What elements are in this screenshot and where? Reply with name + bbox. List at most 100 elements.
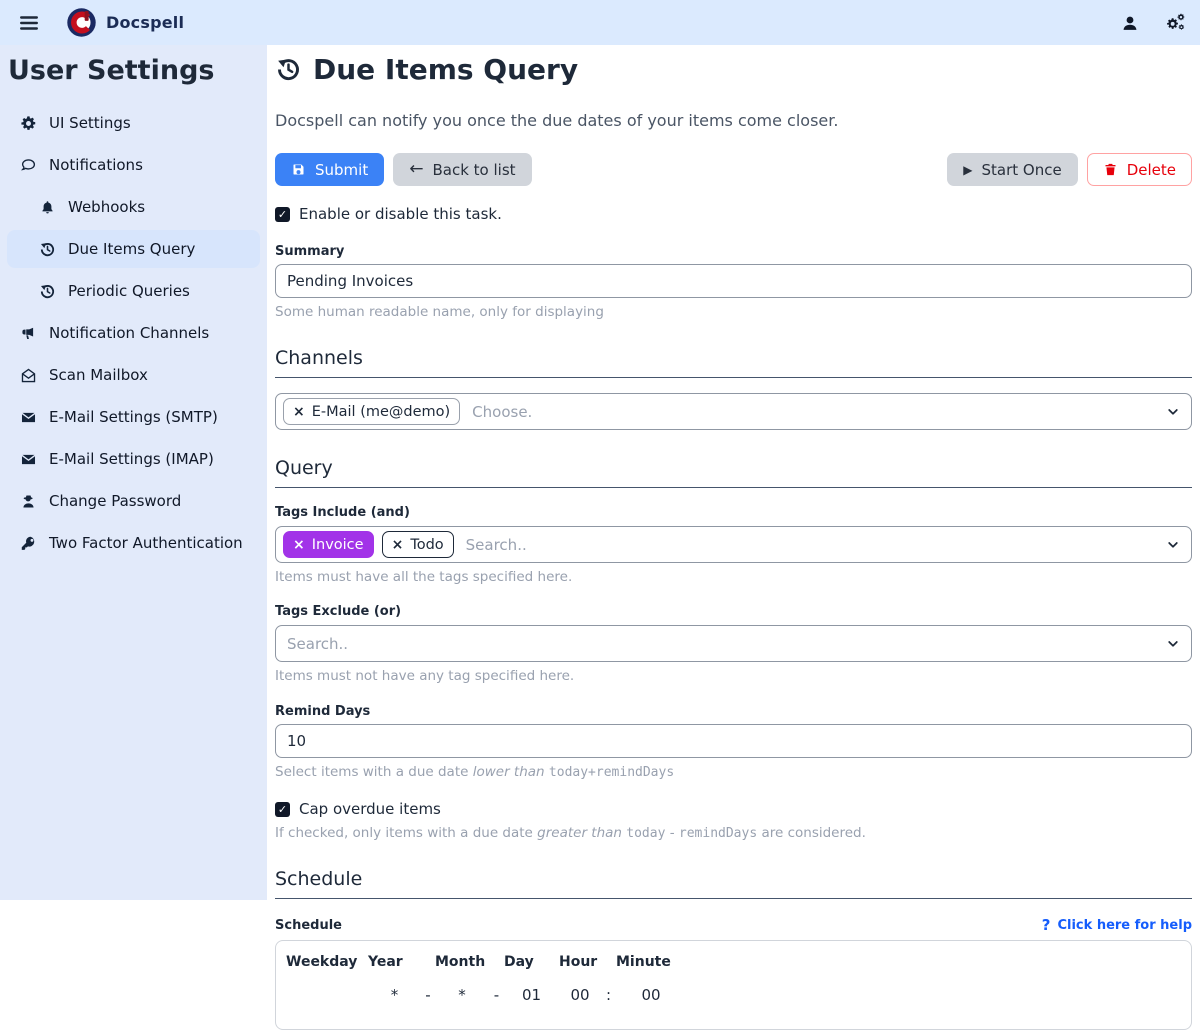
tags-exclude-help: Items must not have any tag specified he… (275, 668, 1192, 684)
remove-chip-icon[interactable]: × (392, 537, 404, 553)
settings-cogs-icon[interactable] (1166, 13, 1186, 33)
question-icon: ? (1042, 916, 1051, 934)
enable-task-checkbox[interactable] (275, 207, 290, 222)
schedule-label-row: Schedule ? Click here for help (275, 916, 1192, 934)
submit-button[interactable]: Submit (275, 153, 384, 186)
remove-chip-icon[interactable]: × (293, 537, 305, 553)
bell-icon (39, 199, 56, 216)
time-separator: : (601, 986, 616, 1004)
channels-select[interactable]: × E-Mail (me@demo) Choose. (275, 393, 1192, 430)
sidebar-item-label: E-Mail Settings (IMAP) (49, 450, 214, 468)
sidebar-item-scan-mailbox[interactable]: Scan Mailbox (7, 356, 260, 394)
cap-overdue-help: If checked, only items with a due date g… (275, 825, 1192, 841)
sidebar-item-email-imap[interactable]: E-Mail Settings (IMAP) (7, 440, 260, 478)
sidebar-item-webhooks[interactable]: Webhooks (7, 188, 260, 226)
user-menu-icon[interactable] (1120, 13, 1140, 33)
page-title-text: Due Items Query (313, 53, 578, 86)
schedule-section-header: Schedule (275, 868, 1192, 899)
start-once-label: Start Once (982, 161, 1062, 179)
sidebar-item-label: Webhooks (68, 198, 145, 216)
sidebar-item-label: UI Settings (49, 114, 131, 132)
help-text: If checked, only items with a due date (275, 825, 533, 841)
help-text: Select items with a due date (275, 764, 468, 780)
channels-section-header: Channels (275, 347, 1192, 378)
brand-name: Docspell (106, 13, 184, 32)
arrow-left-icon: ← (409, 161, 423, 178)
sidebar-item-label: Two Factor Authentication (49, 534, 243, 552)
tag-chip-todo[interactable]: × Todo (382, 531, 454, 558)
summary-input[interactable] (275, 264, 1192, 298)
channels-placeholder: Choose. (468, 403, 532, 421)
chevron-down-icon[interactable] (1166, 538, 1180, 552)
history-icon (275, 56, 302, 83)
sidebar-item-label: Notifications (49, 156, 143, 174)
sidebar-item-notifications[interactable]: Notifications (7, 146, 260, 184)
day-select[interactable]: 01 (504, 986, 559, 1004)
remind-days-input[interactable] (275, 724, 1192, 758)
col-hour: Hour (559, 954, 601, 970)
bullhorn-icon (20, 325, 37, 342)
year-select[interactable]: * (368, 986, 421, 1004)
delete-button[interactable]: Delete (1087, 153, 1192, 186)
tags-include-label: Tags Include (and) (275, 505, 1192, 520)
menu-icon[interactable] (18, 12, 40, 34)
trash-icon (1103, 162, 1118, 177)
month-select[interactable]: * (435, 986, 489, 1004)
sidebar-item-email-smtp[interactable]: E-Mail Settings (SMTP) (7, 398, 260, 436)
sidebar-item-periodic-queries[interactable]: Periodic Queries (7, 272, 260, 310)
sidebar-item-two-factor[interactable]: Two Factor Authentication (7, 524, 260, 562)
cap-overdue-row: Cap overdue items (275, 800, 1192, 818)
chevron-down-icon[interactable] (1166, 405, 1180, 419)
date-separator: - (421, 986, 435, 1004)
help-text: are considered. (761, 825, 865, 841)
sidebar-item-notification-channels[interactable]: Notification Channels (7, 314, 260, 352)
sidebar-item-change-password[interactable]: Change Password (7, 482, 260, 520)
help-text: - (670, 825, 675, 841)
query-section-header: Query (275, 457, 1192, 488)
envelope-icon (20, 409, 37, 426)
col-weekday: Weekday (286, 954, 368, 970)
sidebar-item-label: Change Password (49, 492, 181, 510)
col-month: Month (435, 954, 489, 970)
tags-include-placeholder: Search.. (462, 536, 527, 554)
sidebar-item-label: E-Mail Settings (SMTP) (49, 408, 218, 426)
back-label: Back to list (432, 161, 515, 179)
channel-chip[interactable]: × E-Mail (me@demo) (283, 398, 460, 425)
envelope-open-icon (20, 367, 37, 384)
chevron-down-icon[interactable] (1166, 637, 1180, 651)
brand[interactable]: Docspell (66, 7, 184, 38)
tag-chip-invoice[interactable]: × Invoice (283, 531, 374, 558)
tags-include-select[interactable]: × Invoice × Todo Search.. (275, 526, 1192, 563)
help-text-code: today (626, 826, 665, 841)
main-content: Due Items Query Docspell can notify you … (267, 45, 1200, 1030)
cap-overdue-checkbox[interactable] (275, 802, 290, 817)
col-year: Year (368, 954, 421, 970)
remove-chip-icon[interactable]: × (293, 404, 305, 420)
comment-icon (20, 157, 37, 174)
start-once-button[interactable]: ▶ Start Once (947, 153, 1077, 186)
delete-label: Delete (1127, 161, 1176, 179)
history-icon (39, 283, 56, 300)
schedule-columns: Weekday Year Month Day Hour Minute (286, 954, 1181, 970)
tags-include-help: Items must have all the tags specified h… (275, 569, 1192, 585)
cap-overdue-label: Cap overdue items (299, 800, 441, 818)
envelope-icon (20, 451, 37, 468)
schedule-help-link[interactable]: ? Click here for help (1042, 916, 1192, 934)
settings-sidebar: User Settings UI Settings Notifications … (0, 45, 267, 900)
minute-select[interactable]: 00 (616, 986, 686, 1004)
schedule-label: Schedule (275, 918, 342, 933)
summary-help: Some human readable name, only for displ… (275, 304, 1192, 320)
back-to-list-button[interactable]: ← Back to list (393, 153, 531, 186)
page-subtitle: Docspell can notify you once the due dat… (275, 111, 1192, 130)
sidebar-item-due-items-query[interactable]: Due Items Query (7, 230, 260, 268)
help-link-label: Click here for help (1057, 918, 1192, 933)
gear-icon (20, 115, 37, 132)
sidebar-item-label: Due Items Query (68, 240, 195, 258)
sidebar-item-ui-settings[interactable]: UI Settings (7, 104, 260, 142)
hour-select[interactable]: 00 (559, 986, 601, 1004)
tags-exclude-select[interactable]: Search.. (275, 625, 1192, 662)
help-text-code: today+remindDays (549, 765, 674, 780)
key-icon (20, 535, 37, 552)
tags-exclude-placeholder: Search.. (283, 635, 348, 653)
docspell-logo-icon (66, 7, 97, 38)
